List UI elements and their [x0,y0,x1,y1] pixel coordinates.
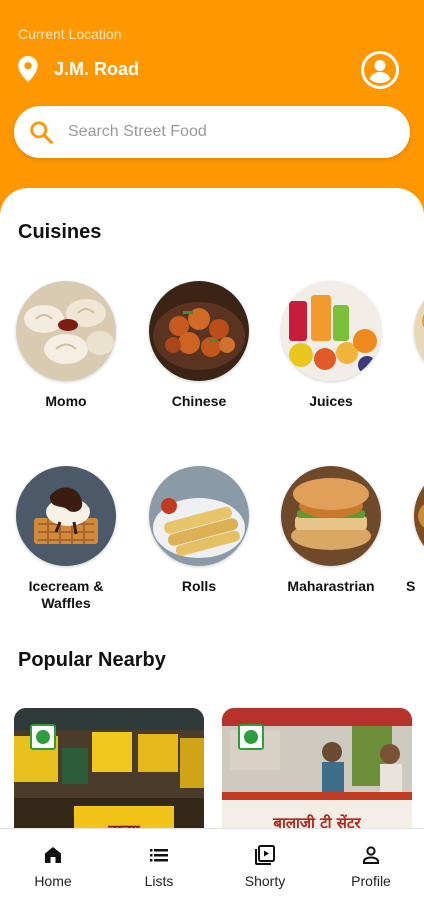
account-icon [361,51,399,89]
icecream-waffles-image [16,466,116,566]
maharastrian-image [281,466,381,566]
location-pin-icon [18,56,38,82]
bottom-navigation: Home Lists Shorty Profile [0,828,424,900]
location-selector[interactable]: J.M. Road [18,56,139,82]
home-icon [45,847,61,863]
veg-dot-icon [244,730,258,744]
content-sheet: Cuisines Momo Chinese Juices Icecream & … [0,188,424,900]
cuisine-icecream-waffles[interactable]: Icecream & Waffles [6,466,126,612]
juices-image [281,281,381,381]
veg-badge [30,724,56,750]
veg-dot-icon [36,730,50,744]
cuisine-juices[interactable]: Juices [271,281,391,410]
cuisine-label: Momo [45,393,87,409]
location-caption: Current Location [18,26,122,42]
cuisine-momo[interactable]: Momo [6,281,126,410]
nav-label: Shorty [244,873,286,889]
popular-nearby-heading: Popular Nearby [18,649,166,671]
partial-cuisine-image [414,466,424,566]
person-icon [363,846,379,864]
chinese-image [149,281,249,381]
cuisine-partial-2[interactable]: S [404,466,424,595]
search-input[interactable] [68,123,368,141]
cuisine-label: Chinese [171,393,227,409]
cuisines-row-1: Momo Chinese Juices [0,281,424,451]
profile-avatar-button[interactable] [361,51,399,89]
cuisine-label: S [406,578,416,594]
cuisine-maharastrian[interactable]: Maharastrian [271,466,391,595]
cuisine-label: Juices [309,393,353,409]
cuisine-label: Rolls [181,578,217,594]
nav-profile[interactable]: Profile [318,829,424,900]
nav-lists[interactable]: Lists [106,829,212,900]
nav-label: Home [34,873,72,889]
cuisine-label: Maharastrian [287,578,375,594]
nav-shorty[interactable]: Shorty [212,829,318,900]
popular-card-2[interactable]: बालाजी टी सेंटर [222,708,412,848]
cuisine-label: Icecream & Waffles [28,578,104,611]
cuisine-partial[interactable] [404,281,424,381]
veg-badge [238,724,264,750]
location-name: J.M. Road [54,58,140,79]
momo-image [16,281,116,381]
list-icon [150,849,168,862]
cuisines-heading: Cuisines [18,221,102,243]
cuisine-chinese[interactable]: Chinese [139,281,259,410]
cuisine-rolls[interactable]: Rolls [139,466,259,595]
rolls-image [149,466,249,566]
app-header: Current Location J.M. Road [0,0,424,200]
popular-card-1[interactable]: तात्या [14,708,204,848]
video-library-icon [255,845,275,865]
nav-label: Lists [144,873,174,889]
search-bar[interactable] [14,106,410,158]
search-icon [30,121,53,144]
cuisines-row-2: Icecream & Waffles Rolls Maharastrian S [0,466,424,636]
nav-home[interactable]: Home [0,829,106,900]
partial-cuisine-image [414,281,424,381]
nav-label: Profile [351,873,391,889]
